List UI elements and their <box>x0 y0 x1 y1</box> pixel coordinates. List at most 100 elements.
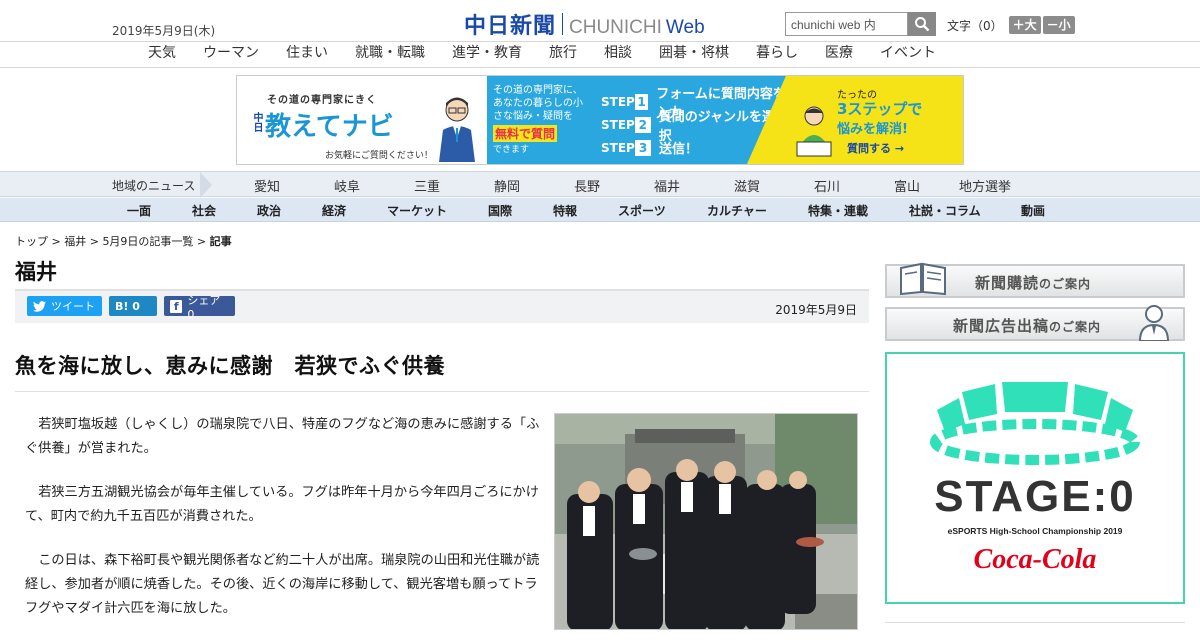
subscription-sub: のご案内 <box>1039 277 1092 291</box>
banner-step: STEP 2 質問のジャンルを選択 <box>597 110 787 144</box>
section-nav-item[interactable]: 一面 <box>127 202 151 219</box>
category-nav-item[interactable]: 天気 <box>148 42 176 67</box>
stage0-subtitle: eSPORTS High-School Championship 2019 <box>947 526 1123 536</box>
banner-step-text: 送信！ <box>659 142 699 157</box>
breadcrumb-separator: > <box>193 235 210 248</box>
breadcrumb-separator: > <box>86 235 103 248</box>
region-nav-item[interactable]: 石川 <box>814 176 840 195</box>
category-nav-item[interactable]: 進学・教育 <box>452 42 522 67</box>
advertising-main: 新聞広告出稿 <box>953 317 1050 335</box>
region-nav-item[interactable]: 三重 <box>414 176 440 195</box>
article-headline: 魚を海に放し、恵みに感謝 若狭でふぐ供養 <box>15 354 445 378</box>
category-nav-item[interactable]: 囲碁・将棋 <box>659 42 729 67</box>
businessman-icon <box>1138 305 1170 341</box>
breadcrumb-list-link[interactable]: 5月9日の記事一覧 <box>102 235 193 248</box>
banner-brand-panel: その道の専門家にきく 中日 教えてナビ お気軽にご質問ください！ <box>237 76 487 164</box>
newspaper-icon <box>900 262 946 296</box>
article-paragraph: この日は、森下裕町長や観光関係者など約二十人が出席。瑞泉院の山田和光住職が読経し… <box>25 553 540 616</box>
facebook-share-label: シェア 0 <box>187 293 221 321</box>
section-nav-item[interactable]: 社説・コラム <box>909 202 981 219</box>
banner-cta-title: 3ステップで <box>837 100 923 118</box>
section-nav-item[interactable]: カルチャー <box>707 202 767 219</box>
section-nav-item[interactable]: 特集・連載 <box>808 202 868 219</box>
category-nav-item[interactable]: 就職・転職 <box>355 42 425 67</box>
breadcrumb-pref-link[interactable]: 福井 <box>64 235 86 248</box>
section-nav-item[interactable]: スポーツ <box>618 202 666 219</box>
article-photo[interactable] <box>554 413 858 630</box>
breadcrumb-top-link[interactable]: トップ <box>15 235 48 248</box>
section-nav-item[interactable]: 動画 <box>1021 202 1045 219</box>
subscription-info-button[interactable]: 新聞購読のご案内 <box>885 262 1185 298</box>
category-nav-item[interactable]: 住まい <box>286 42 328 67</box>
subscription-main: 新聞購読 <box>975 274 1040 292</box>
category-nav-item[interactable]: イベント <box>880 42 936 67</box>
region-nav-item[interactable]: 岐阜 <box>334 176 360 195</box>
region-nav-item[interactable]: 地方選挙 <box>959 176 1011 195</box>
logo-divider <box>562 13 564 35</box>
subscription-label: 新聞購読のご案内 <box>975 272 1091 293</box>
text-size-increase-button[interactable]: ＋大 <box>1008 16 1041 34</box>
site-logo[interactable]: 中日新聞 CHUNICHI Web <box>464 8 705 40</box>
category-nav-item[interactable]: ウーマン <box>203 42 259 67</box>
hatena-bookmark-button[interactable]: B! 0 <box>109 296 157 316</box>
region-nav-item[interactable]: 長野 <box>574 176 600 195</box>
sidebar-divider <box>885 622 1185 623</box>
banner-description-end: できます <box>493 145 530 155</box>
logo-web: Web <box>665 17 705 38</box>
article-date: 2019年5月9日 <box>775 303 857 317</box>
section-nav-item[interactable]: 経済 <box>322 202 346 219</box>
category-nav-item[interactable]: 暮らし <box>756 42 798 67</box>
article-paragraph: 若狭三方五湖観光協会が毎年主催している。フグは昨年十月から今年四月ごろにかけて、… <box>25 485 539 524</box>
section-nav: 一面 社会 政治 経済 マーケット 国際 特報 スポーツ カルチャー 特集・連載… <box>0 198 1200 222</box>
ceremony-photo-illustration <box>555 414 857 629</box>
facebook-share-button[interactable]: f シェア 0 <box>164 294 235 321</box>
share-bar: ツイート B! 0 f シェア 0 2019年5月9日 <box>15 289 869 323</box>
region-nav-item[interactable]: 滋賀 <box>734 176 760 195</box>
section-nav-item[interactable]: 社会 <box>192 202 216 219</box>
section-nav-item[interactable]: マーケット <box>387 202 447 219</box>
banner-brand-small: 中日 <box>251 112 262 132</box>
search-input[interactable] <box>785 12 908 36</box>
section-nav-item[interactable]: 国際 <box>488 202 512 219</box>
category-nav-item[interactable]: 相談 <box>604 42 632 67</box>
region-nav-item[interactable]: 福井 <box>654 176 680 195</box>
article-body: 若狭町塩坂越（しゃくし）の瑞泉院で八日、特産のフグなど海の恵みに感謝する「ふぐ供… <box>15 413 545 641</box>
tweet-button[interactable]: ツイート <box>27 296 102 316</box>
advertising-info-button[interactable]: 新聞広告出稿のご案内 <box>885 305 1185 341</box>
region-nav-item[interactable]: 愛知 <box>254 176 280 195</box>
region-nav-item[interactable]: 富山 <box>894 176 920 195</box>
breadcrumb-current: 記事 <box>209 235 232 248</box>
region-nav-arrow <box>200 172 212 198</box>
banner-description-panel: その道の専門家に、あなたの暮らしの小さな悩み・疑問を 無料で質問 できます <box>487 76 597 164</box>
site-header: 2019年5月9日(木) 中日新聞 CHUNICHI Web 文字（0） ＋大 … <box>0 0 1200 42</box>
banner-free-badge: 無料で質問 <box>493 125 558 142</box>
category-nav-item[interactable]: 旅行 <box>549 42 577 67</box>
stage0-stadium-icon <box>930 382 1140 465</box>
banner-ask-button[interactable]: 質問する → <box>847 140 904 156</box>
expert-illustration-icon <box>439 97 475 162</box>
category-nav-item[interactable]: 医療 <box>825 42 853 67</box>
banner-cta-title-2: 悩みを解消! <box>837 122 908 137</box>
section-nav-item[interactable]: 政治 <box>257 202 281 219</box>
banner-description: その道の専門家に、あなたの暮らしの小さな悩み・疑問を <box>493 85 583 122</box>
stage0-ad[interactable]: STAGE:0 eSPORTS High-School Championship… <box>885 352 1185 604</box>
site-search <box>785 12 936 36</box>
advertising-sub: のご案内 <box>1049 320 1102 334</box>
oshiete-navi-banner[interactable]: その道の専門家にきく 中日 教えてナビ お気軽にご質問ください！ その道の専門家… <box>236 75 964 165</box>
banner-step-number: 3 <box>635 139 651 156</box>
text-size-decrease-button[interactable]: －小 <box>1042 16 1075 34</box>
banner-step-number: 2 <box>634 116 651 133</box>
region-nav-item[interactable]: 静岡 <box>494 176 520 195</box>
banner-step-label: STEP <box>601 94 635 109</box>
twitter-bird-icon <box>33 300 46 312</box>
banner-step-number: 1 <box>634 93 649 110</box>
user-with-laptop-icon <box>796 106 832 157</box>
breadcrumb-separator: > <box>48 235 65 248</box>
category-nav: 天気 ウーマン 住まい 就職・転職 進学・教育 旅行 相談 囲碁・将棋 暮らし … <box>0 42 1200 68</box>
text-size-control: 文字（0） ＋大 －小 <box>947 16 1075 34</box>
section-nav-item[interactable]: 特報 <box>553 202 577 219</box>
search-button[interactable] <box>908 12 936 36</box>
text-size-label: 文字（0） <box>947 18 1003 33</box>
banner-brand: 教えてナビ <box>265 112 394 142</box>
banner-step-label: STEP <box>601 117 635 132</box>
